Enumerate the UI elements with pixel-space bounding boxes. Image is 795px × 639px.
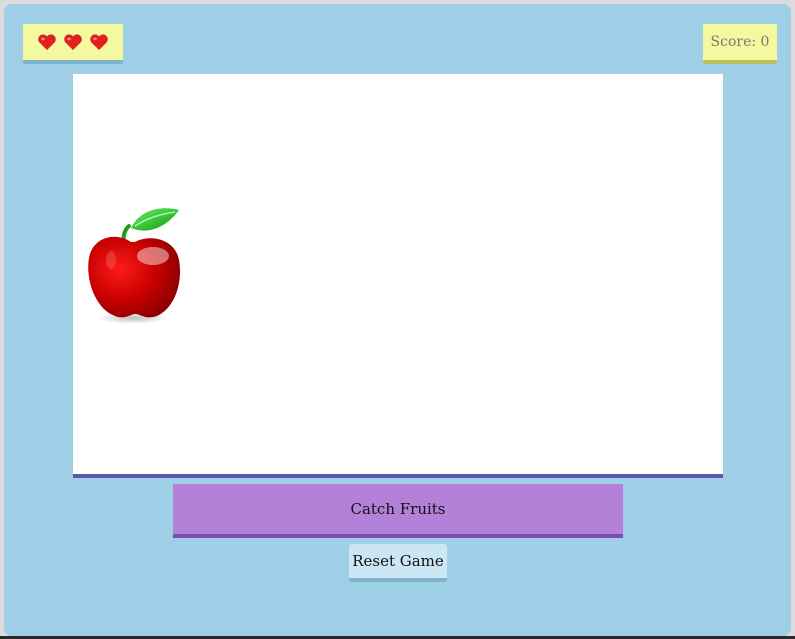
game-frame: Score: 0 Catch Fruits Reset Game bbox=[4, 4, 791, 636]
score-display: Score: 0 bbox=[703, 24, 777, 64]
fruit-catcher[interactable]: Catch Fruits bbox=[173, 484, 623, 538]
reset-game-button[interactable]: Reset Game bbox=[349, 544, 447, 582]
lives-panel bbox=[23, 24, 123, 64]
game-playfield[interactable] bbox=[73, 74, 723, 478]
heart-icon bbox=[38, 34, 56, 50]
heart-icon bbox=[64, 34, 82, 50]
heart-icon bbox=[90, 34, 108, 50]
apple-icon[interactable] bbox=[83, 202, 187, 326]
